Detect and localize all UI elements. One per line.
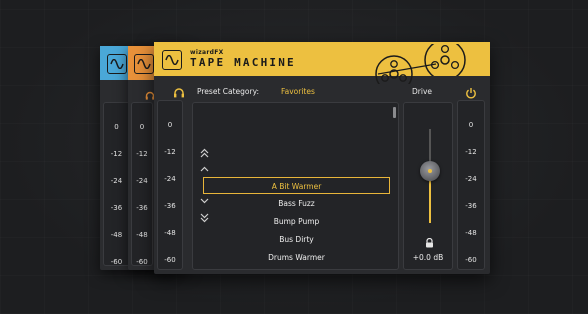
wave-logo-icon	[107, 54, 127, 74]
meter-tick: -12	[465, 148, 477, 156]
double-chevron-up-icon[interactable]	[200, 148, 209, 161]
meter-tick: -24	[110, 177, 123, 185]
drive-slider-knob[interactable]	[420, 161, 440, 182]
meter-tick: 0	[114, 123, 119, 131]
meter-tick: -48	[136, 231, 148, 239]
drive-panel: +0.0 dB	[403, 102, 453, 270]
preset-item[interactable]: Bass Fuzz	[203, 195, 390, 212]
wave-logo-icon	[134, 54, 154, 74]
meter-tick: -12	[110, 150, 123, 158]
preset-category-label: Preset Category:	[197, 87, 260, 96]
meter-tick: -36	[110, 204, 123, 212]
chevron-up-icon[interactable]	[200, 166, 209, 175]
meter-tick: -48	[164, 229, 176, 237]
meter-orange: 0 -12 -24 -36 -48 -60	[131, 102, 153, 266]
wave-logo-icon	[162, 50, 182, 70]
meter-tick: -24	[465, 175, 477, 183]
meter-tick: 0	[468, 121, 474, 129]
meter-tick: -12	[164, 148, 176, 156]
preset-item[interactable]: Bump Pump	[203, 213, 390, 230]
meter-tick: -24	[164, 175, 176, 183]
preset-item[interactable]: Bus Dirty	[203, 231, 390, 248]
meter-blue: 0 -12 -24 -36 -48 -60	[103, 102, 130, 266]
tape-line-icon	[377, 63, 437, 75]
preset-list[interactable]: A Bit Warmer Bass Fuzz Bump Pump Bus Dir…	[192, 102, 399, 270]
meter-tick: -36	[164, 202, 176, 210]
meter-tick: -48	[110, 231, 123, 239]
tape-machine-window[interactable]: wizardFX TAPE MACHINE 0 -12 -24 -36 -48 …	[154, 42, 490, 274]
meter-tick: -12	[136, 150, 148, 158]
output-meter: 0 -12 -24 -36 -48 -60	[457, 100, 485, 270]
plugin-title: TAPE MACHINE	[190, 56, 296, 69]
meter-tick: -60	[136, 258, 148, 266]
preset-category-dropdown[interactable]: Favorites	[281, 87, 315, 96]
power-icon[interactable]	[465, 84, 477, 99]
meter-tick: -60	[110, 258, 123, 266]
input-meter: 0 -12 -24 -36 -48 -60	[157, 100, 183, 270]
main-header: wizardFX TAPE MACHINE	[154, 42, 490, 84]
headphones-icon[interactable]	[173, 84, 185, 98]
meter-tick: -36	[136, 204, 148, 212]
meter-tick: 0	[139, 123, 145, 131]
meter-tick: -36	[465, 202, 477, 210]
drive-value: +0.0 dB	[412, 253, 444, 262]
knob-indicator	[428, 169, 432, 174]
meter-tick: -60	[164, 256, 176, 264]
meter-tick: -60	[465, 256, 477, 264]
meter-tick: -24	[136, 177, 148, 185]
meter-tick: -48	[465, 229, 477, 237]
brand-name: wizardFX	[190, 49, 224, 56]
preset-scrollbar[interactable]	[393, 107, 396, 118]
preset-item-selected[interactable]: A Bit Warmer	[203, 177, 390, 194]
lock-icon[interactable]	[425, 233, 434, 248]
preset-item[interactable]: Drums Warmer	[203, 249, 390, 266]
meter-tick: 0	[167, 121, 173, 129]
drive-label: Drive	[412, 87, 432, 96]
